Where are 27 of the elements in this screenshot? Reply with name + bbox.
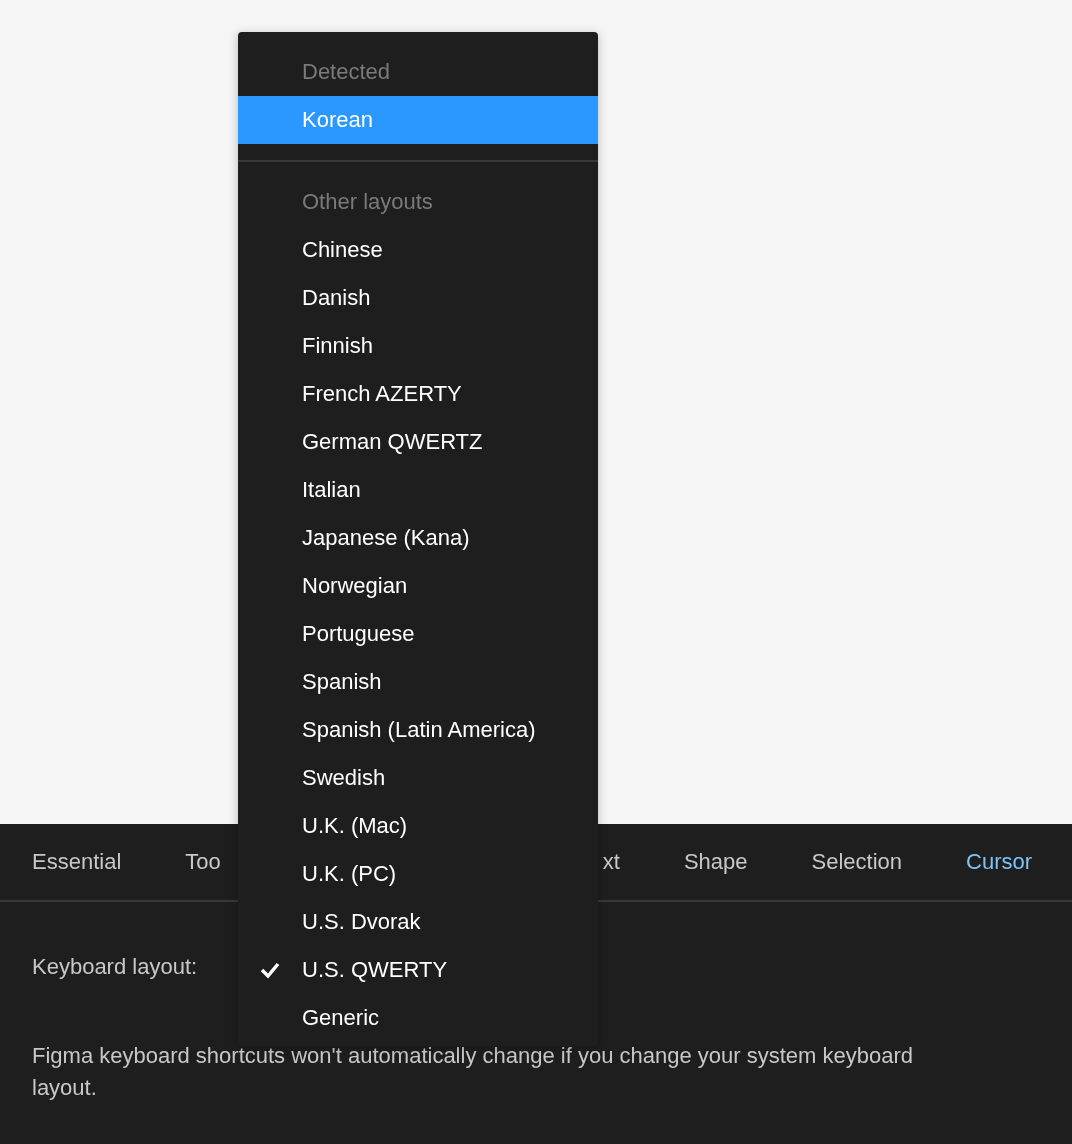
menu-item[interactable]: Swedish [238, 754, 598, 802]
menu-item[interactable]: Portuguese [238, 610, 598, 658]
menu-item[interactable]: Finnish [238, 322, 598, 370]
menu-item[interactable]: Spanish [238, 658, 598, 706]
tab[interactable]: xt [602, 849, 620, 875]
menu-item[interactable]: Chinese [238, 226, 598, 274]
menu-item[interactable]: Italian [238, 466, 598, 514]
menu-item[interactable]: U.K. (Mac) [238, 802, 598, 850]
tab[interactable]: Essential [32, 849, 122, 875]
tab[interactable]: Selection [811, 849, 903, 875]
menu-item[interactable]: French AZERTY [238, 370, 598, 418]
menu-item[interactable]: U.S. Dvorak [238, 898, 598, 946]
tab[interactable]: Too [185, 849, 221, 875]
tab[interactable]: Shape [683, 849, 748, 875]
menu-item[interactable]: Japanese (Kana) [238, 514, 598, 562]
keyboard-layout-label: Keyboard layout: [32, 954, 198, 980]
menu-item[interactable]: Danish [238, 274, 598, 322]
menu-heading: Detected [301, 58, 392, 86]
menu-item[interactable]: Norwegian [238, 562, 598, 610]
menu-item[interactable]: U.S. QWERTY [238, 946, 598, 994]
menu-item[interactable]: U.K. (PC) [238, 850, 598, 898]
menu-item[interactable]: German QWERTZ [238, 418, 598, 466]
note-text: Figma keyboard shortcuts won't automatically change if you change your system keyboard layout. [32, 1042, 914, 1102]
menu-item[interactable]: Spanish (Latin America) [238, 706, 598, 754]
menu-item[interactable]: Generic [238, 994, 598, 1042]
menu-heading: Other layouts [301, 188, 434, 216]
tab[interactable]: Cursor [966, 849, 1033, 875]
